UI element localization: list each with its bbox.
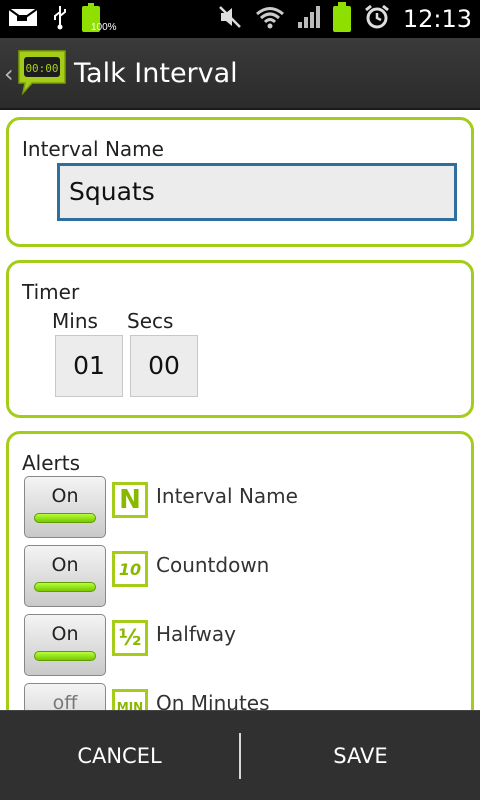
alert-row-halfway: On ½ Halfway bbox=[24, 614, 464, 678]
mute-icon bbox=[217, 4, 243, 34]
save-button[interactable]: SAVE bbox=[241, 711, 480, 800]
interval-name-toggle[interactable]: On bbox=[24, 476, 106, 538]
timer-panel: Timer Mins Secs 01 00 bbox=[6, 260, 474, 418]
signal-icon bbox=[297, 5, 321, 33]
battery-percent: 100% bbox=[91, 22, 117, 33]
alert-row-on-minutes: off MIN On Minutes bbox=[24, 683, 464, 710]
alert-label: On Minutes bbox=[156, 691, 270, 710]
toggle-label: On bbox=[51, 623, 79, 645]
alert-row-interval-name: On N Interval Name bbox=[24, 476, 464, 540]
status-bar: 100% 12:13 bbox=[0, 0, 480, 38]
battery-icon bbox=[332, 2, 351, 32]
title-bar: ‹ 00:00 Talk Interval bbox=[0, 38, 480, 110]
status-time: 12:13 bbox=[402, 5, 472, 33]
toggle-label: On bbox=[51, 485, 79, 507]
bottom-action-bar: CANCEL SAVE bbox=[0, 710, 480, 800]
usb-icon bbox=[52, 4, 68, 34]
mins-label: Mins bbox=[52, 309, 98, 333]
interval-name-panel: Interval Name Squats bbox=[6, 117, 474, 247]
cancel-button[interactable]: CANCEL bbox=[0, 711, 239, 800]
mail-icon bbox=[8, 6, 38, 32]
alert-label: Countdown bbox=[156, 553, 270, 577]
toggle-label: off bbox=[52, 692, 78, 710]
back-chevron-icon[interactable]: ‹ bbox=[4, 60, 14, 88]
alert-label: Interval Name bbox=[156, 484, 298, 508]
halfway-toggle[interactable]: On bbox=[24, 614, 106, 676]
toggle-indicator bbox=[34, 651, 96, 661]
on-minutes-toggle[interactable]: off bbox=[24, 683, 106, 710]
status-left-icons bbox=[8, 3, 100, 34]
countdown-toggle[interactable]: On bbox=[24, 545, 106, 607]
wifi-icon bbox=[255, 5, 285, 33]
secs-label: Secs bbox=[127, 309, 174, 333]
interval-name-label: Interval Name bbox=[22, 137, 164, 161]
alert-label: Halfway bbox=[156, 622, 236, 646]
mins-field[interactable]: 01 bbox=[55, 335, 123, 397]
secs-field[interactable]: 00 bbox=[130, 335, 198, 397]
interval-name-input[interactable]: Squats bbox=[57, 163, 457, 221]
interval-name-alert-icon: N bbox=[112, 482, 148, 518]
halfway-alert-icon: ½ bbox=[112, 620, 148, 656]
status-right-icons: 12:13 bbox=[217, 2, 472, 35]
on-minutes-alert-icon: MIN bbox=[112, 689, 148, 710]
toggle-indicator bbox=[34, 513, 96, 523]
alerts-label: Alerts bbox=[22, 451, 81, 475]
app-logo-icon[interactable]: 00:00 bbox=[16, 48, 68, 96]
alerts-panel: Alerts On N Interval Name On 10 Countdow… bbox=[6, 431, 474, 710]
toggle-label: On bbox=[51, 554, 79, 576]
alert-row-countdown: On 10 Countdown bbox=[24, 545, 464, 609]
timer-label: Timer bbox=[22, 280, 80, 304]
alarm-icon bbox=[363, 3, 391, 35]
toggle-indicator bbox=[34, 582, 96, 592]
page-title: Talk Interval bbox=[74, 58, 238, 89]
countdown-alert-icon: 10 bbox=[112, 551, 148, 587]
form-content[interactable]: Interval Name Squats Timer Mins Secs 01 … bbox=[0, 110, 480, 710]
app-logo-digits: 00:00 bbox=[25, 62, 58, 75]
